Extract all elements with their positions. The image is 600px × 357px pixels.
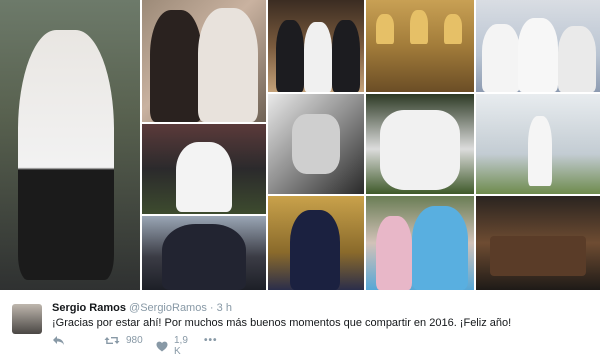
photo-embrace[interactable] bbox=[142, 216, 266, 290]
retweet-count: 980 bbox=[126, 335, 143, 346]
photo-trophy-room[interactable] bbox=[476, 94, 600, 194]
tweet-header: Sergio Ramos @SergioRamos · 3 h bbox=[52, 302, 232, 314]
more-icon: ••• bbox=[204, 335, 218, 346]
photo-family[interactable] bbox=[142, 0, 266, 122]
photo-dinner[interactable] bbox=[476, 196, 600, 290]
photo-match-kick[interactable] bbox=[142, 124, 266, 214]
tweet: Sergio Ramos @SergioRamos · 3 h ¡Gracias… bbox=[0, 290, 600, 357]
retweet-button[interactable]: 980 bbox=[104, 335, 143, 346]
more-button[interactable]: ••• bbox=[204, 335, 218, 346]
tweet-text: ¡Gracias por estar ahí! Por muchos más b… bbox=[52, 317, 512, 329]
heart-icon bbox=[156, 341, 168, 352]
separator-dot: · bbox=[209, 302, 214, 314]
photo-training[interactable] bbox=[0, 0, 140, 290]
photo-laliga-award[interactable] bbox=[268, 196, 364, 290]
like-button[interactable]: 1,9 K bbox=[156, 335, 188, 357]
photo-trophy-presentation[interactable] bbox=[268, 0, 364, 92]
photo-celebration[interactable] bbox=[366, 94, 474, 194]
author-handle[interactable]: @SergioRamos bbox=[129, 302, 207, 314]
reply-button[interactable] bbox=[52, 335, 65, 346]
author-name[interactable]: Sergio Ramos bbox=[52, 302, 126, 314]
photo-trophies[interactable] bbox=[366, 0, 474, 92]
photo-teammates[interactable] bbox=[476, 0, 600, 92]
photo-hands[interactable] bbox=[268, 94, 364, 194]
photo-collage[interactable] bbox=[0, 0, 600, 290]
reply-icon bbox=[52, 335, 65, 346]
retweet-icon bbox=[104, 335, 120, 346]
tweet-time[interactable]: 3 h bbox=[217, 302, 232, 314]
avatar[interactable] bbox=[12, 304, 42, 334]
like-count: 1,9 K bbox=[174, 335, 188, 357]
photo-child[interactable] bbox=[366, 196, 474, 290]
